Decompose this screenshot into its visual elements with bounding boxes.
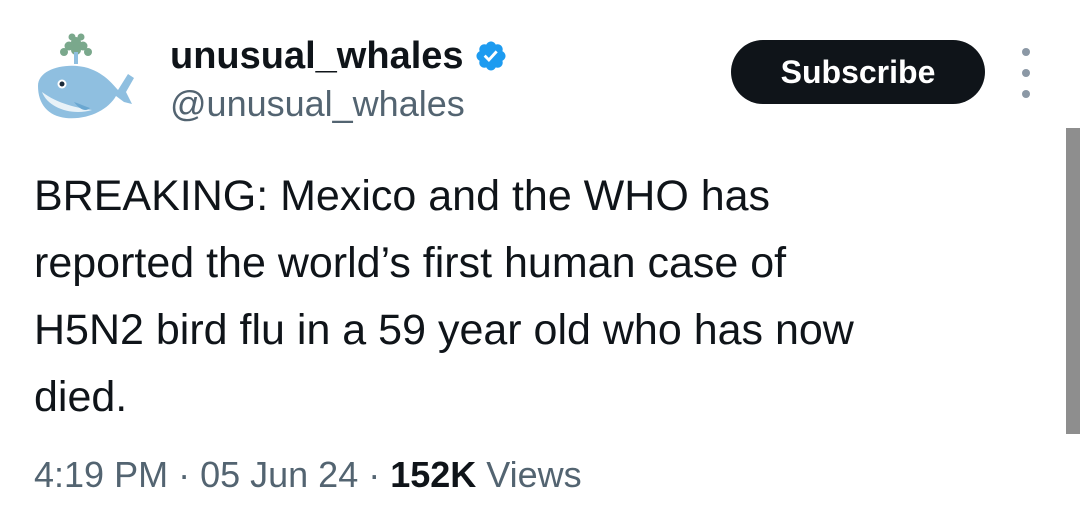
meta-separator: · xyxy=(358,454,391,495)
whale-icon xyxy=(38,33,134,119)
author-handle[interactable]: @unusual_whales xyxy=(170,82,465,126)
more-dot xyxy=(1022,69,1030,77)
author-name-row[interactable]: unusual_whales xyxy=(170,33,508,79)
more-options-icon[interactable] xyxy=(1014,48,1038,98)
views-count[interactable]: 152K xyxy=(390,454,476,495)
tweet-date[interactable]: 05 Jun 24 xyxy=(200,454,358,495)
views-label[interactable]: Views xyxy=(476,454,581,495)
tweet-time[interactable]: 4:19 PM xyxy=(34,454,168,495)
scrollbar[interactable] xyxy=(1066,128,1080,434)
verified-badge-icon[interactable] xyxy=(474,39,508,73)
more-dot xyxy=(1022,90,1030,98)
avatar[interactable] xyxy=(28,28,136,128)
author-display-name[interactable]: unusual_whales xyxy=(170,33,464,79)
more-dot xyxy=(1022,48,1030,56)
tweet-text: BREAKING: Mexico and the WHO has reporte… xyxy=(34,172,854,421)
meta-separator: · xyxy=(168,454,201,495)
subscribe-button[interactable]: Subscribe xyxy=(731,40,985,104)
tweet-meta: 4:19 PM · 05 Jun 24 · 152K Views xyxy=(34,452,582,498)
